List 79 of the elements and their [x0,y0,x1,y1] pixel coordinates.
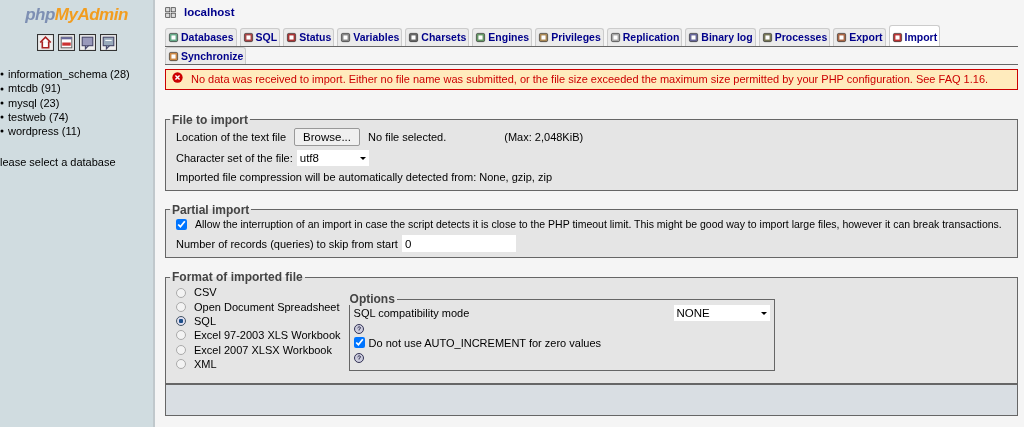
field-label: Character set of the file: [176,151,293,166]
radio-label: Open Document Spreadsheet [194,299,340,314]
checkbox[interactable] [353,337,365,349]
radio-button[interactable] [176,287,186,298]
database-link[interactable]: mtcdb (91) [8,81,61,96]
compression-note: Imported file compression will be automatically detected from: None, gzip, zip [176,170,553,185]
field-label: SQL compatibility mode [353,306,470,321]
tab[interactable]: Import [888,24,941,46]
charset-dropdown[interactable]: utf8 [296,150,369,167]
tab-icon [340,32,352,44]
database-link[interactable]: testweb (74) [8,110,69,125]
radio-label: CSV [194,285,217,300]
browse-button[interactable]: Browse... [294,127,360,147]
bullet-icon [0,72,4,77]
database-link[interactable]: wordpress (11) [8,124,81,139]
tab[interactable]: Binary log [685,27,756,46]
database-link[interactable]: mysql (23) [8,95,60,110]
tab-icon [609,32,621,44]
server-link[interactable]: localhost [184,5,235,20]
sql-query-icon[interactable] [57,34,75,52]
error-text: No data was received to import. Either no file name was submitted, or the file size exceeded the maximum size permitted by your PHP configuration. See FAQ 1.16. [191,72,989,87]
tab[interactable]: Charsets [405,27,470,46]
checkbox[interactable] [176,219,187,231]
home-icon[interactable] [36,34,54,52]
radio-label: Excel 2007 XLSX Workbook [194,342,332,357]
skip-count-field[interactable]: 0 [401,235,516,253]
section-legend: File to import [170,113,250,126]
tab-icon [475,32,487,44]
caret-icon [359,156,366,160]
tab-icon [408,32,420,44]
tab-icon [836,32,848,44]
bullet-icon [0,86,4,91]
tab[interactable]: Privileges [535,27,604,46]
radio-button[interactable] [176,359,186,369]
section-legend: Format of imported file [170,271,305,284]
caret-icon [760,311,767,315]
bullet-icon [0,115,4,120]
tab[interactable]: Status [283,27,335,46]
checkbox-label: Allow the interruption of an import in case the script detects it is close to the PHP timeout limit. This might be good way to import large files, however it can break transactions. [195,217,1002,232]
tab[interactable]: Variables [337,27,403,46]
radio-label: XML [194,356,217,372]
checkbox-label: Do not use AUTO_INCREMENT for zero values [368,335,602,350]
tab-icon [761,32,773,44]
help-icon[interactable] [353,324,364,335]
field-label: Number of records (queries) to skip from start [176,236,398,252]
field-label: Location of the text file [176,129,287,145]
tab[interactable]: Engines [472,27,533,46]
tab-icon [242,32,254,44]
radio-button[interactable] [176,316,186,327]
server-icon [165,6,176,18]
options-legend: Options [347,293,397,306]
max-size-note: (Max: 2,048KiB) [504,129,584,145]
radio-button[interactable] [176,301,186,312]
tab-icon [168,50,179,62]
database-link[interactable]: information_schema (28) [8,67,130,82]
radio-label: Excel 97-2003 XLS Workbook [194,328,341,343]
tab[interactable]: Databases [165,27,237,46]
tab[interactable]: Export [833,27,886,46]
tab-icon [688,32,700,44]
tab[interactable]: Replication [606,27,683,46]
tab-icon [168,32,179,44]
radio-label: SQL [194,314,216,329]
tab-icon [891,32,903,44]
file-status: No file selected. [368,129,447,145]
tab-icon [538,32,550,44]
radio-button[interactable] [176,330,186,341]
compatibility-dropdown[interactable]: NONE [673,305,770,322]
tab[interactable]: SQL [239,27,281,46]
help-icon[interactable] [78,34,96,52]
radio-button[interactable] [176,344,186,355]
tab-icon [286,32,298,44]
bullet-icon [0,100,4,105]
bullet-icon [0,129,4,134]
error-icon [172,72,183,84]
documentation-icon[interactable] [99,34,117,52]
tab[interactable]: Processes [758,27,831,46]
section-legend: Partial import [170,203,252,216]
help-icon[interactable] [353,353,364,364]
sidebar-hint: lease select a database [0,154,117,169]
